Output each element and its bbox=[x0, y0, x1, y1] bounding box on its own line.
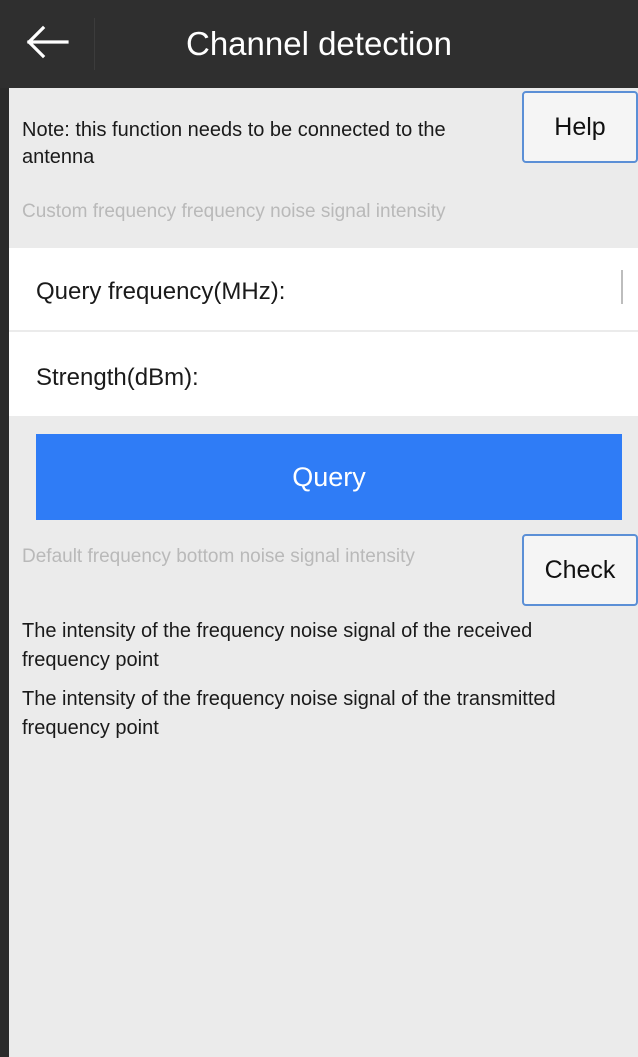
transmitted-frequency-info: The intensity of the frequency noise sig… bbox=[22, 688, 556, 739]
default-frequency-hint: Default frequency bottom noise signal in… bbox=[22, 546, 415, 567]
query-frequency-label: Query frequency(MHz): bbox=[36, 278, 286, 305]
strength-row: Strength(dBm): bbox=[9, 332, 638, 416]
screen: Channel detection Note: this function ne… bbox=[0, 0, 638, 1057]
text-cursor bbox=[621, 270, 623, 304]
antenna-note: Note: this function needs to be connecte… bbox=[22, 119, 446, 168]
query-frequency-row: Query frequency(MHz): bbox=[9, 248, 638, 330]
content-area: Note: this function needs to be connecte… bbox=[9, 88, 638, 1057]
strength-label: Strength(dBm): bbox=[36, 364, 199, 391]
query-frequency-input[interactable] bbox=[339, 268, 633, 314]
query-button[interactable]: Query bbox=[36, 434, 622, 520]
app-header: Channel detection bbox=[0, 0, 638, 88]
check-button[interactable]: Check bbox=[522, 534, 638, 606]
help-button[interactable]: Help bbox=[522, 91, 638, 163]
page-title: Channel detection bbox=[185, 25, 453, 62]
arrow-left-icon bbox=[25, 25, 69, 64]
back-button[interactable] bbox=[0, 0, 94, 88]
custom-frequency-hint: Custom frequency frequency noise signal … bbox=[22, 201, 446, 222]
received-frequency-info: The intensity of the frequency noise sig… bbox=[22, 620, 533, 671]
